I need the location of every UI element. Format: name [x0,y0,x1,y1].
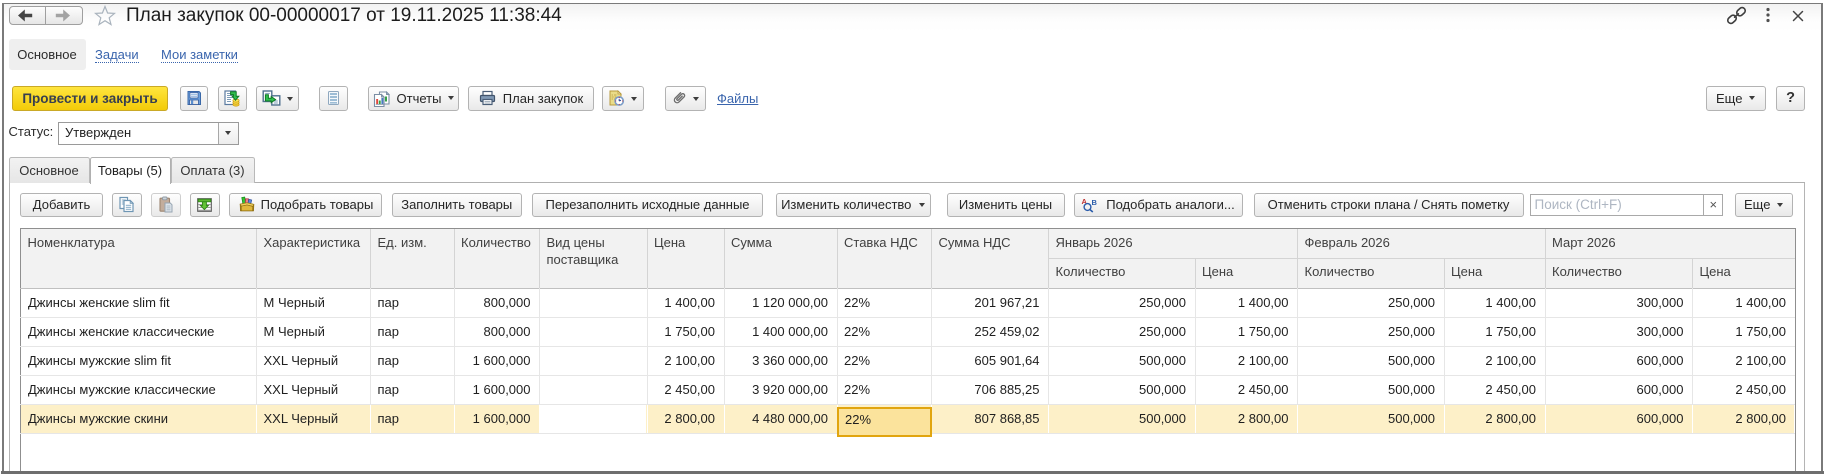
svg-text:B: B [1092,198,1098,207]
